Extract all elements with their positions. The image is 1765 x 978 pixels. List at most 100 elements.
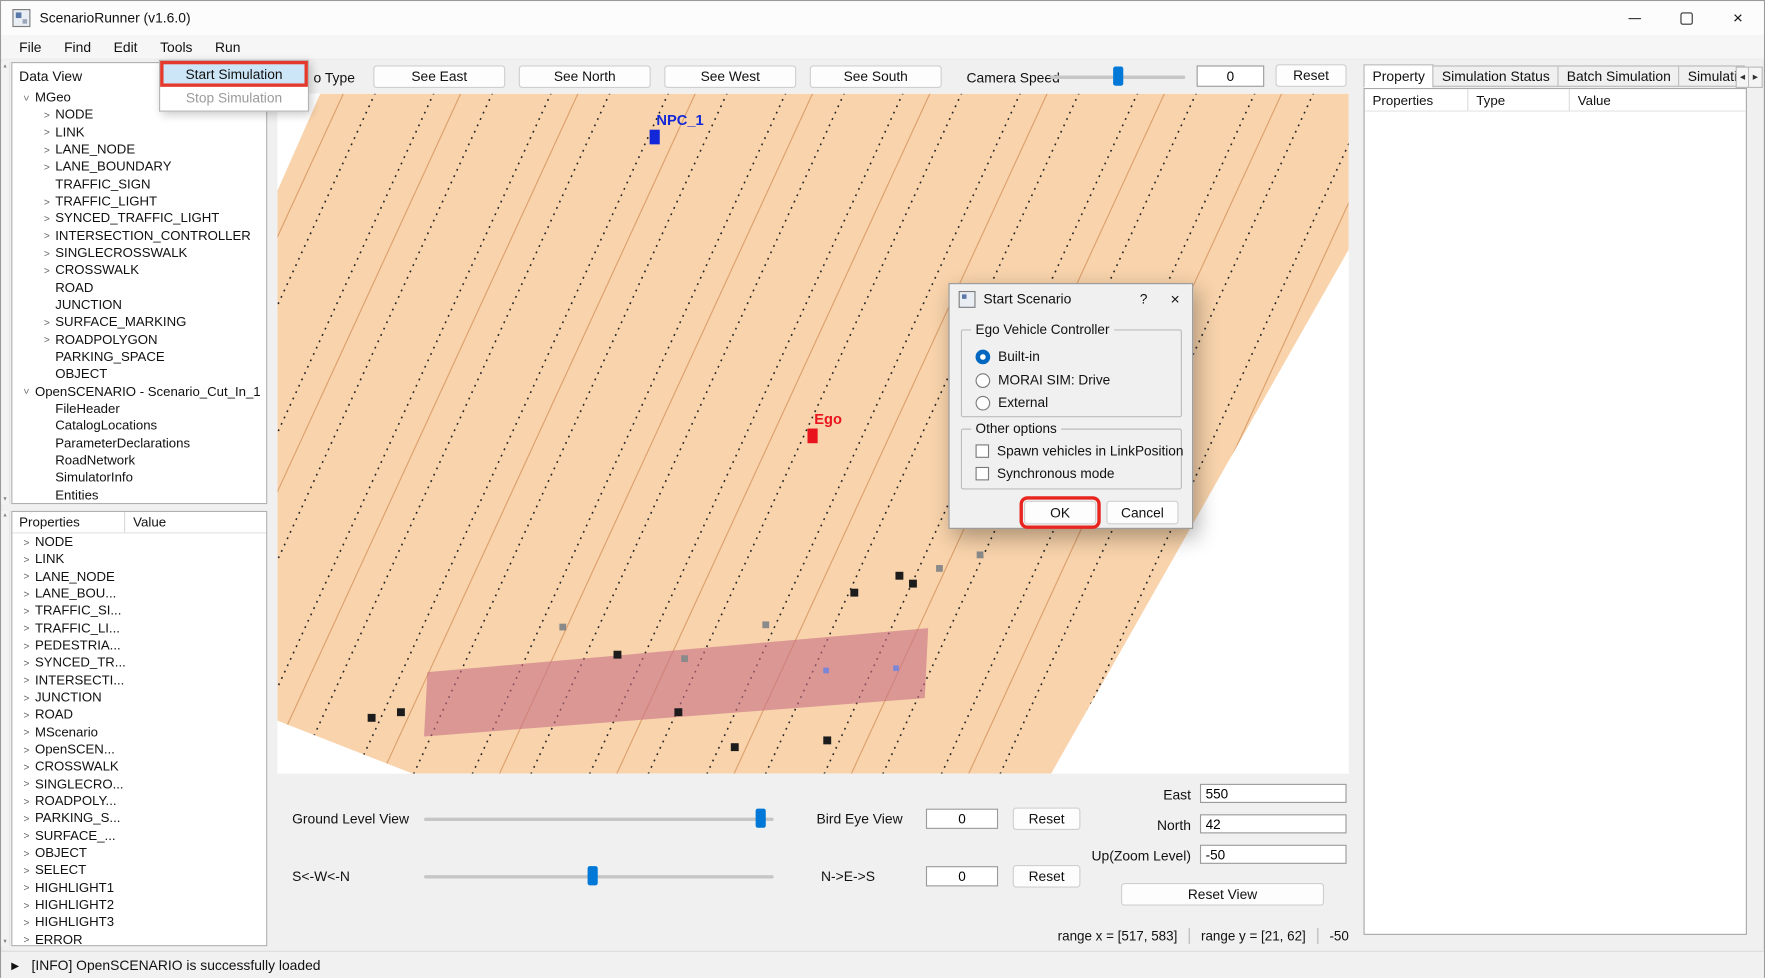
chevron-right-icon[interactable]: > (19, 934, 34, 945)
chevron-right-icon[interactable]: > (19, 606, 34, 617)
chevron-right-icon[interactable]: > (19, 709, 34, 720)
tree-item-openscenario-scenario-cut-in-1[interactable]: >OpenSCENARIO - Scenario_Cut_In_1 (12, 383, 266, 400)
tab-scroll-right-icon[interactable]: ▶ (1749, 67, 1763, 88)
radio-option-morai-sim-drive[interactable]: MORAI SIM: Drive (976, 372, 1111, 388)
chevron-right-icon[interactable]: > (19, 778, 34, 789)
tree-item-synced-tr[interactable]: >SYNCED_TR... (12, 654, 266, 671)
see-south-button[interactable]: See South (810, 65, 942, 88)
tree-item-mscenario[interactable]: >MScenario (12, 724, 266, 741)
tree-item-surface[interactable]: >SURFACE_... (12, 827, 266, 844)
see-west-button[interactable]: See West (664, 65, 796, 88)
camera-speed-reset-button[interactable]: Reset (1276, 64, 1347, 87)
ok-button[interactable]: OK (1024, 501, 1096, 525)
tree-item-roadnetwork[interactable]: >RoadNetwork (12, 452, 266, 469)
slider-handle[interactable] (755, 809, 765, 828)
chevron-right-icon[interactable]: > (19, 761, 34, 772)
chevron-right-icon[interactable]: > (19, 882, 34, 893)
scroll-down-icon[interactable]: ▼ (1, 937, 9, 946)
swn-slider[interactable] (424, 865, 774, 888)
tree-item-highlight1[interactable]: >HIGHLIGHT1 (12, 879, 266, 896)
chevron-right-icon[interactable]: > (19, 623, 34, 634)
chevron-right-icon[interactable]: > (39, 109, 54, 120)
tree-item-link[interactable]: >LINK (12, 124, 266, 141)
tree-item-pedestria[interactable]: >PEDESTRIA... (12, 637, 266, 654)
tree-item-road[interactable]: >ROAD (12, 279, 266, 296)
chevron-right-icon[interactable]: > (19, 813, 34, 824)
tree-item-cataloglocations[interactable]: >CatalogLocations (12, 418, 266, 435)
tree-item-singlecrosswalk[interactable]: >SINGLECROSSWALK (12, 245, 266, 262)
chevron-right-icon[interactable]: > (19, 571, 34, 582)
tree-item-lane-bou[interactable]: >LANE_BOU... (12, 585, 266, 602)
tree-item-highlight3[interactable]: >HIGHLIGHT3 (12, 914, 266, 931)
value-column-header[interactable]: Value (1570, 89, 1611, 110)
chevron-right-icon[interactable]: > (19, 657, 34, 668)
tree-item-lane-node[interactable]: >LANE_NODE (12, 568, 266, 585)
dialog-close-button[interactable]: × (1158, 284, 1192, 313)
chevron-down-icon[interactable]: > (21, 384, 32, 399)
chevron-right-icon[interactable]: > (19, 830, 34, 841)
chevron-right-icon[interactable]: > (39, 144, 54, 155)
dialog-help-button[interactable]: ? (1129, 291, 1158, 307)
chevron-right-icon[interactable]: > (39, 127, 54, 138)
properties-column-header[interactable]: Properties (1365, 89, 1469, 110)
tree-item-crosswalk[interactable]: >CROSSWALK (12, 758, 266, 775)
see-east-button[interactable]: See East (373, 65, 505, 88)
chevron-right-icon[interactable]: > (19, 727, 34, 738)
slider-handle[interactable] (1113, 67, 1123, 86)
tree-item-traffic-sign[interactable]: >TRAFFIC_SIGN (12, 176, 266, 193)
chevron-right-icon[interactable]: > (19, 675, 34, 686)
scroll-down-icon[interactable]: ▼ (1, 495, 9, 504)
value-column-header[interactable]: Value (125, 514, 166, 530)
camera-speed-slider[interactable] (1050, 65, 1185, 88)
radio-option-external[interactable]: External (976, 395, 1049, 411)
tree-item-fileheader[interactable]: >FileHeader (12, 400, 266, 417)
scroll-up-icon[interactable]: ▲ (1, 62, 9, 71)
chevron-right-icon[interactable]: > (39, 161, 54, 172)
tab-simulation-status[interactable]: Simulation Status (1434, 65, 1559, 86)
properties-scrollbar[interactable]: ▲▼ (1, 511, 10, 946)
tree-item-crosswalk[interactable]: >CROSSWALK (12, 262, 266, 279)
chevron-right-icon[interactable]: > (19, 640, 34, 651)
checkbox-option-spawn-vehicles-in-linkposition[interactable]: Spawn vehicles in LinkPosition (976, 443, 1184, 459)
tree-item-intersecti[interactable]: >INTERSECTI... (12, 672, 266, 689)
tree-item-openscen[interactable]: >OpenSCEN... (12, 741, 266, 758)
tree-item-lane-boundary[interactable]: >LANE_BOUNDARY (12, 158, 266, 175)
chevron-right-icon[interactable]: > (19, 554, 34, 565)
tree-item-parking-space[interactable]: >PARKING_SPACE (12, 348, 266, 365)
chevron-right-icon[interactable]: > (19, 848, 34, 859)
tree-item-traffic-li[interactable]: >TRAFFIC_LI... (12, 620, 266, 637)
checkbox-option-synchronous-mode[interactable]: Synchronous mode (976, 466, 1115, 482)
cancel-button[interactable]: Cancel (1106, 501, 1178, 525)
tree-item-highlight2[interactable]: >HIGHLIGHT2 (12, 896, 266, 913)
menu-edit[interactable]: Edit (102, 37, 148, 57)
tree-item-simulatorinfo[interactable]: >SimulatorInfo (12, 469, 266, 486)
tree-item-entities[interactable]: >Entities (12, 487, 266, 504)
reset-view-button[interactable]: Reset View (1121, 883, 1324, 906)
nes-reset-button[interactable]: Reset (1013, 865, 1081, 888)
tree-item-singlecro[interactable]: >SINGLECRO... (12, 775, 266, 792)
chevron-right-icon[interactable]: > (19, 692, 34, 703)
chevron-right-icon[interactable]: > (39, 196, 54, 207)
menu-run[interactable]: Run (204, 37, 252, 57)
east-input[interactable] (1200, 784, 1347, 803)
north-input[interactable] (1200, 814, 1347, 833)
tree-item-roadpoly[interactable]: >ROADPOLY... (12, 793, 266, 810)
tree-item-error[interactable]: >ERROR (12, 931, 266, 946)
tree-item-traffic-light[interactable]: >TRAFFIC_LIGHT (12, 193, 266, 210)
tree-item-intersection-controller[interactable]: >INTERSECTION_CONTROLLER (12, 227, 266, 244)
chevron-right-icon[interactable]: > (19, 796, 34, 807)
tree-item-road[interactable]: >ROAD (12, 706, 266, 723)
tab-scroll-left-icon[interactable]: ◀ (1736, 67, 1750, 88)
tree-item-junction[interactable]: >JUNCTION (12, 689, 266, 706)
tree-item-traffic-si[interactable]: >TRAFFIC_SI... (12, 603, 266, 620)
tree-item-object[interactable]: >OBJECT (12, 366, 266, 383)
minimize-button[interactable] (1608, 1, 1660, 35)
menu-file[interactable]: File (8, 37, 53, 57)
tree-item-link[interactable]: >LINK (12, 551, 266, 568)
data-view-scrollbar[interactable]: ▲▼ (1, 62, 10, 504)
nes-input[interactable] (926, 866, 998, 886)
chevron-right-icon[interactable]: > (39, 213, 54, 224)
chevron-right-icon[interactable]: > (19, 899, 34, 910)
close-button[interactable]: × (1712, 1, 1764, 35)
tree-item-parameterdeclarations[interactable]: >ParameterDeclarations (12, 435, 266, 452)
